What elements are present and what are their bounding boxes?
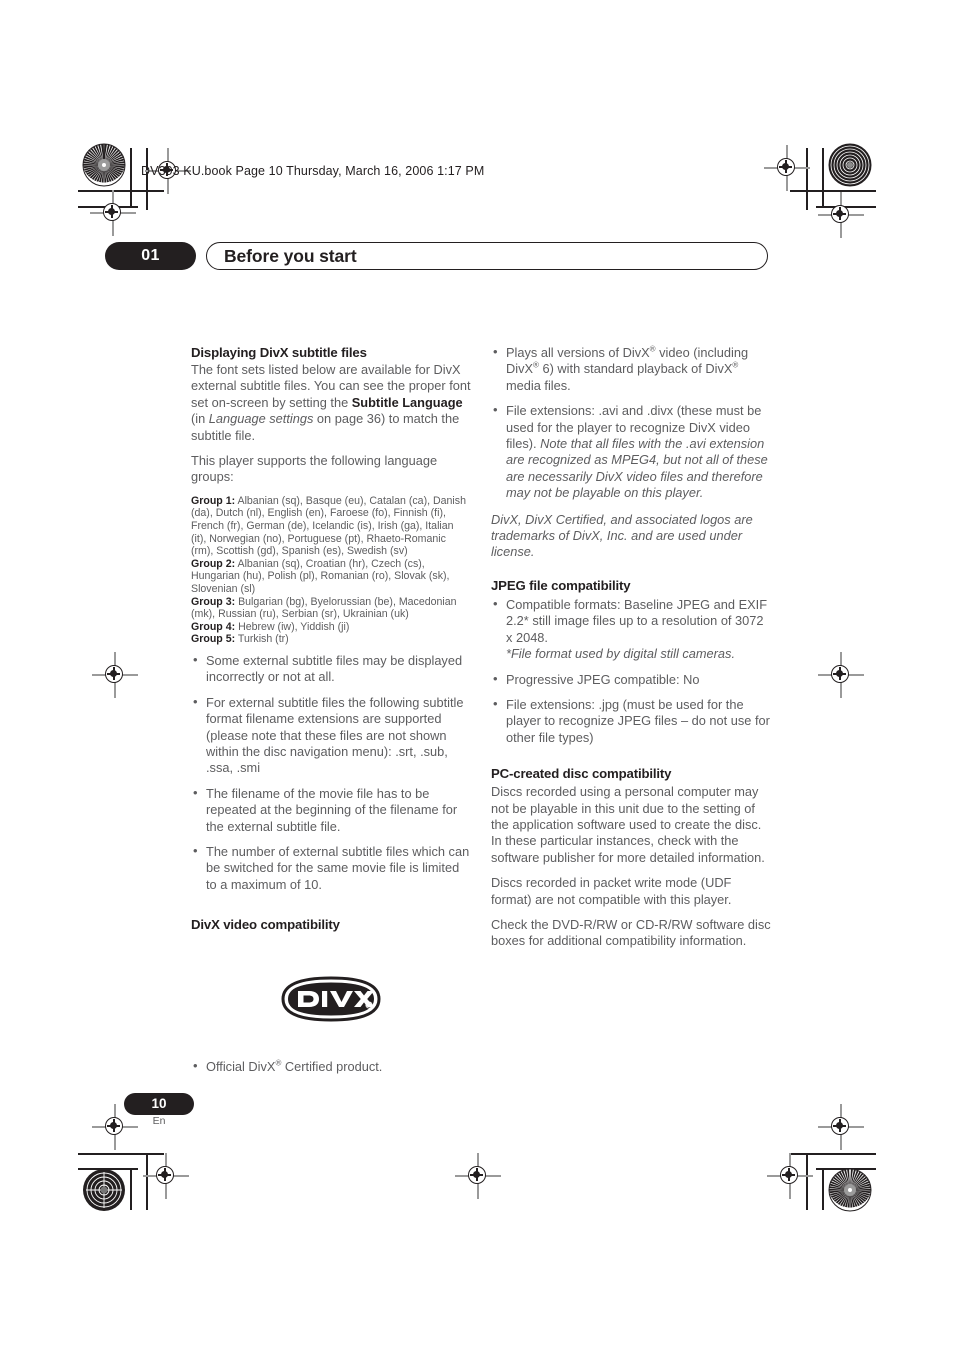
registration-mark-mid-left xyxy=(92,652,138,698)
group-label: Group 2: xyxy=(191,557,236,570)
group-label: Group 3: xyxy=(191,595,236,608)
divx-versions-c: 6) with standard playback of DivX xyxy=(538,361,733,377)
registration-starburst-bottom-right xyxy=(828,1168,872,1212)
document-page: DV393 KU.book Page 10 Thursday, March 16… xyxy=(0,0,954,1351)
divx-versions-a: Plays all versions of DivX xyxy=(506,345,650,360)
official-divx-text-a: Official DivX xyxy=(206,1058,276,1074)
paragraph-supported-groups: This player supports the following langu… xyxy=(191,453,438,485)
language-group-item: Group 2: Albanian (sq), Croatian (hr), C… xyxy=(191,558,471,596)
running-header-filename: DV393 KU.book Page 10 Thursday, March 16… xyxy=(141,164,485,178)
registration-mark-bottom-center xyxy=(455,1153,501,1199)
heading-pc-created-disc-compatibility: PC-created disc compatibility xyxy=(491,766,672,782)
registration-mark-top-right xyxy=(764,145,810,191)
jpeg-notes-list: Compatible formats: Baseline JPEG and EX… xyxy=(491,596,771,746)
registration-starburst-top-right xyxy=(828,143,872,187)
language-group-item: Group 4: Hebrew (iw), Yiddish (ji) xyxy=(191,621,471,634)
divx-certified-list: Official DivX® Certified product. xyxy=(191,1058,471,1075)
language-group-item: Group 5: Turkish (tr) xyxy=(191,633,471,646)
avi-note-italic: Note that all files with the .avi extens… xyxy=(506,436,768,501)
list-item: Some external subtitle files may be disp… xyxy=(191,652,471,686)
registration-mark-lower-right-side xyxy=(818,1104,864,1150)
jpeg-exif-footnote: *File format used by digital still camer… xyxy=(506,646,736,662)
list-item: File extensions: .jpg (must be used for … xyxy=(491,696,771,746)
list-item: Official DivX® Certified product. xyxy=(191,1058,471,1075)
registration-mark-bottom-left xyxy=(143,1153,189,1199)
page-number-badge: 10 xyxy=(124,1093,194,1115)
list-item: Plays all versions of DivX® video (inclu… xyxy=(491,344,771,394)
list-item: The number of external subtitle files wh… xyxy=(191,843,471,893)
divx-logo: R xyxy=(279,974,383,1024)
right-column: Plays all versions of DivX® video (inclu… xyxy=(491,344,771,959)
chapter-header-bar: 01 Before you start xyxy=(105,242,768,270)
pc-disc-paragraph-1: Discs recorded using a personal computer… xyxy=(491,784,765,865)
divx-video-notes-list: Plays all versions of DivX® video (inclu… xyxy=(491,344,771,502)
svg-text:R: R xyxy=(367,1003,370,1008)
group-label: Group 1: xyxy=(191,494,236,507)
heading-divx-video-compatibility: DivX video compatibility xyxy=(191,917,340,933)
subtitle-notes-list: Some external subtitle files may be disp… xyxy=(191,652,471,893)
language-settings-italic: Language settings xyxy=(208,411,314,427)
jpeg-formats-text: Compatible formats: Baseline JPEG and EX… xyxy=(506,596,768,645)
left-column: Displaying DivX subtitle files The font … xyxy=(191,345,471,1075)
language-groups-list: Group 1: Albanian (sq), Basque (eu), Cat… xyxy=(191,495,471,646)
group-languages: Turkish (tr) xyxy=(237,633,289,646)
subtitle-language-bold: Subtitle Language xyxy=(351,394,463,410)
registration-mark-mid-right xyxy=(818,652,864,698)
trademark-note-text: DivX, DivX Certified, and associated log… xyxy=(491,511,753,560)
page-language-label: En xyxy=(152,1115,166,1127)
list-item: File extensions: .avi and .divx (these m… xyxy=(491,402,771,501)
list-item: The filename of the movie file has to be… xyxy=(191,785,471,835)
pc-disc-paragraph-3: Check the DVD-R/RW or CD-R/RW software d… xyxy=(491,916,771,949)
list-item: For external subtitle files the followin… xyxy=(191,694,471,777)
font-sets-text-b: (in xyxy=(191,411,209,427)
registration-mark-upper-right-side xyxy=(818,192,864,238)
divx-versions-d: media files. xyxy=(506,377,571,393)
language-group-item: Group 1: Albanian (sq), Basque (eu), Cat… xyxy=(191,495,471,558)
divx-logo-container: R xyxy=(191,974,471,1028)
paragraph-font-sets: The font sets listed below are available… xyxy=(191,362,471,444)
registration-mark-bottom-right xyxy=(767,1153,813,1199)
group-languages: Hebrew (iw), Yiddish (ji) xyxy=(238,620,350,633)
pc-disc-paragraph-2: Discs recorded in packet write mode (UDF… xyxy=(491,875,732,907)
chapter-title: Before you start xyxy=(224,246,357,266)
language-group-item: Group 3: Bulgarian (bg), Byelorussian (b… xyxy=(191,596,471,621)
registration-mark-upper-left-side xyxy=(90,190,136,236)
chapter-number-badge: 01 xyxy=(105,242,196,270)
group-label: Group 4: xyxy=(191,620,236,633)
trademark-note: DivX, DivX Certified, and associated log… xyxy=(491,512,771,561)
list-item: Progressive JPEG compatible: No xyxy=(491,670,771,688)
registration-starburst-bottom-left xyxy=(82,1168,126,1212)
group-label: Group 5: xyxy=(191,633,236,646)
heading-jpeg-file-compatibility: JPEG file compatibility xyxy=(491,577,631,593)
registered-trademark-icon: ® xyxy=(732,361,739,371)
list-item: Compatible formats: Baseline JPEG and EX… xyxy=(491,596,771,663)
official-divx-text-b: Certified product. xyxy=(281,1058,383,1074)
heading-displaying-divx-subtitle-files: Displaying DivX subtitle files xyxy=(191,345,367,360)
registration-starburst-top-left xyxy=(82,143,126,187)
